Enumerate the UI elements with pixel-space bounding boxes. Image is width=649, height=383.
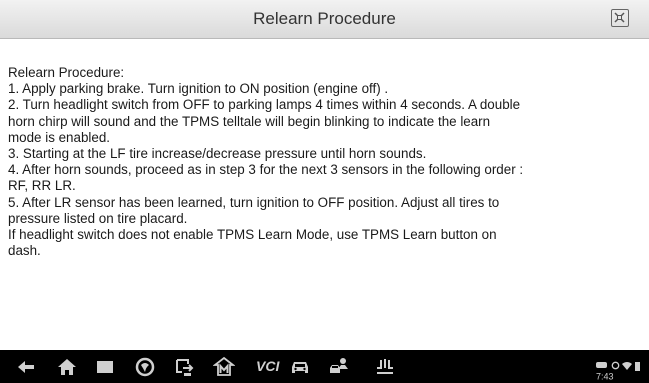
procedure-line: RF, RR LR. [8,178,76,194]
procedure-line: 1. Apply parking brake. Turn ignition to… [8,81,389,97]
procedure-line: 5. After LR sensor has been learned, tur… [8,194,500,210]
switch-icon[interactable] [174,356,196,378]
autel-logo-icon[interactable] [213,356,235,378]
title-bar: Relearn Procedure [0,0,649,39]
remote-desk-icon[interactable] [328,356,350,378]
status-bar: 7:43 [596,360,649,381]
back-icon[interactable] [15,356,37,378]
navigation-bar: VCI 7:43 [0,350,649,383]
sync-icon [611,361,619,370]
procedure-line: 2. Turn headlight switch from OFF to par… [8,97,521,113]
procedure-line: 4. After horn sounds, proceed as in step… [8,162,524,178]
browser-icon[interactable] [134,356,156,378]
recent-apps-icon[interactable] [94,356,116,378]
relearn-procedure-screen: Relearn Procedure Relearn Procedure: 1. … [0,0,649,383]
page-title: Relearn Procedure [253,9,396,28]
procedure-line: Relearn Procedure: [8,65,125,80]
procedure-line: mode is enabled. [8,129,110,145]
wifi-icon [622,362,633,371]
home-icon[interactable] [56,356,78,378]
procedure-line: If headlight switch does not enable TPMS… [8,227,497,243]
close-button[interactable] [611,9,629,27]
recycle-icon[interactable] [374,356,396,378]
procedure-line: horn chirp will sound and the TPMS tellt… [8,113,491,129]
clock-text: 7:43 [596,371,614,382]
procedure-line: 3. Starting at the LF tire increase/decr… [8,146,427,162]
battery-icon [634,361,640,371]
vci-icon[interactable]: VCI [256,358,279,374]
procedure-line: pressure listed on tire placard. [8,210,188,226]
procedure-text: Relearn Procedure: 1. Apply parking brak… [8,65,638,259]
message-icon [596,362,607,369]
procedure-line: dash. [8,243,41,259]
car-icon[interactable] [289,356,311,378]
